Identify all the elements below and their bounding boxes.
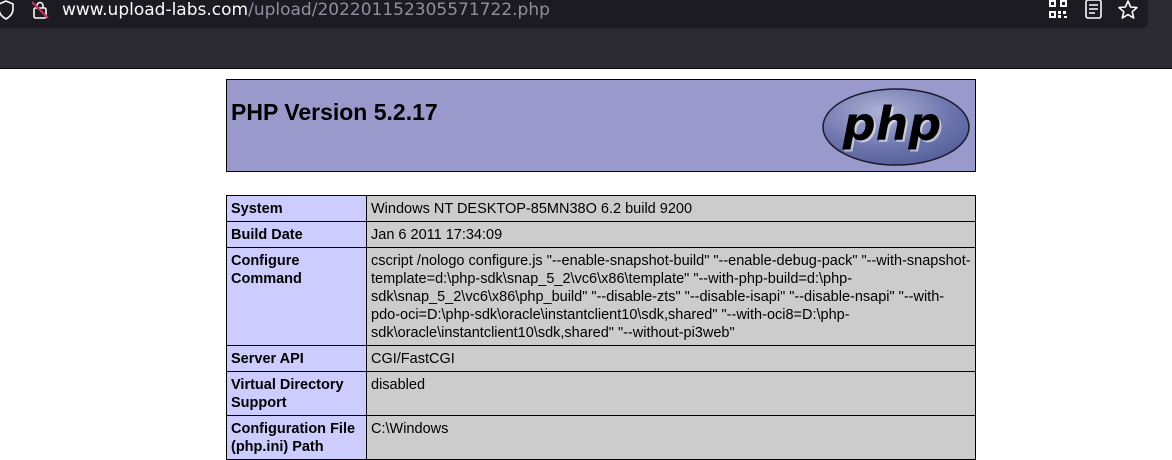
row-label: Configure Command [226,247,367,346]
table-row: Configure Command cscript /nologo configu… [226,247,976,346]
page-title: PHP Version 5.2.17 [231,99,438,125]
address-bar[interactable]: www.upload-labs.com/upload/2022011523055… [0,0,1148,28]
bookmark-star-icon[interactable] [1117,0,1139,22]
row-value: C:\Windows [366,415,976,460]
row-label: System [226,195,367,222]
php-logo: php php [822,88,970,166]
qr-code-icon[interactable] [1047,0,1069,22]
row-value: Jan 6 2011 17:34:09 [366,221,976,248]
php-logo-text: php [842,97,942,151]
table-row: Build Date Jan 6 2011 17:34:09 [226,221,976,248]
browser-toolbar: www.upload-labs.com/upload/2022011523055… [0,0,1172,69]
row-label: Configuration File (php.ini) Path [226,415,367,460]
url-text[interactable]: www.upload-labs.com/upload/2022011523055… [62,0,550,20]
row-label: Virtual Directory Support [226,371,367,416]
url-domain: www.upload-labs.com [62,0,249,20]
table-row: Configuration File (php.ini) Path C:\Wind… [226,415,976,460]
row-label: Build Date [226,221,367,248]
row-value: CGI/FastCGI [366,345,976,372]
phpinfo-table: System Windows NT DESKTOP-85MN38O 6.2 bui… [226,195,976,460]
row-label: Server API [226,345,367,372]
table-row: System Windows NT DESKTOP-85MN38O 6.2 bui… [226,195,976,222]
insecure-lock-icon[interactable] [30,0,50,20]
toolbar-divider [0,68,1172,69]
table-row: Server API CGI/FastCGI [226,345,976,372]
reader-view-icon[interactable] [1083,0,1105,22]
row-value: Windows NT DESKTOP-85MN38O 6.2 build 920… [366,195,976,222]
table-row: Virtual Directory Support disabled [226,371,976,416]
url-path: /upload/202201152305571722.php [248,0,550,20]
shield-icon[interactable] [0,0,16,20]
row-value: cscript /nologo configure.js "--enable-s… [366,247,976,346]
phpinfo-header: PHP Version 5.2.17 php php [226,79,976,172]
row-value: disabled [366,371,976,416]
